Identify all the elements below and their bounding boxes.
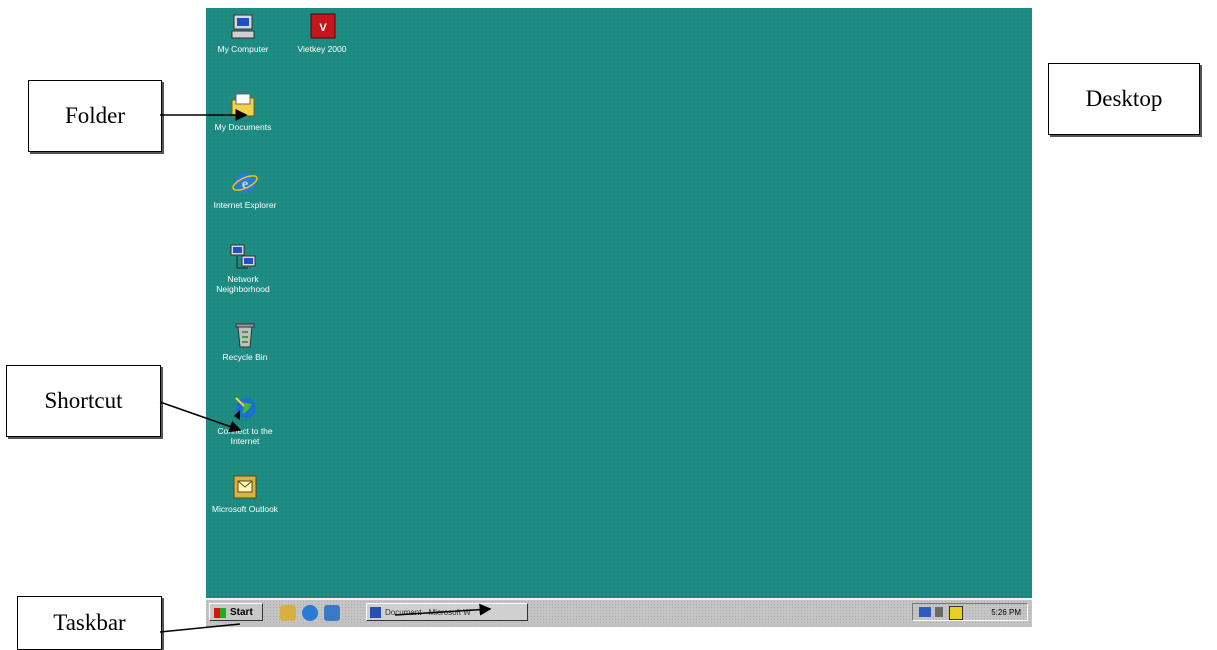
taskbar-arrow	[159, 623, 241, 633]
callout-arrows	[159, 109, 492, 633]
taskbar-arrow-2	[394, 603, 492, 616]
shortcut-arrow	[159, 401, 242, 433]
